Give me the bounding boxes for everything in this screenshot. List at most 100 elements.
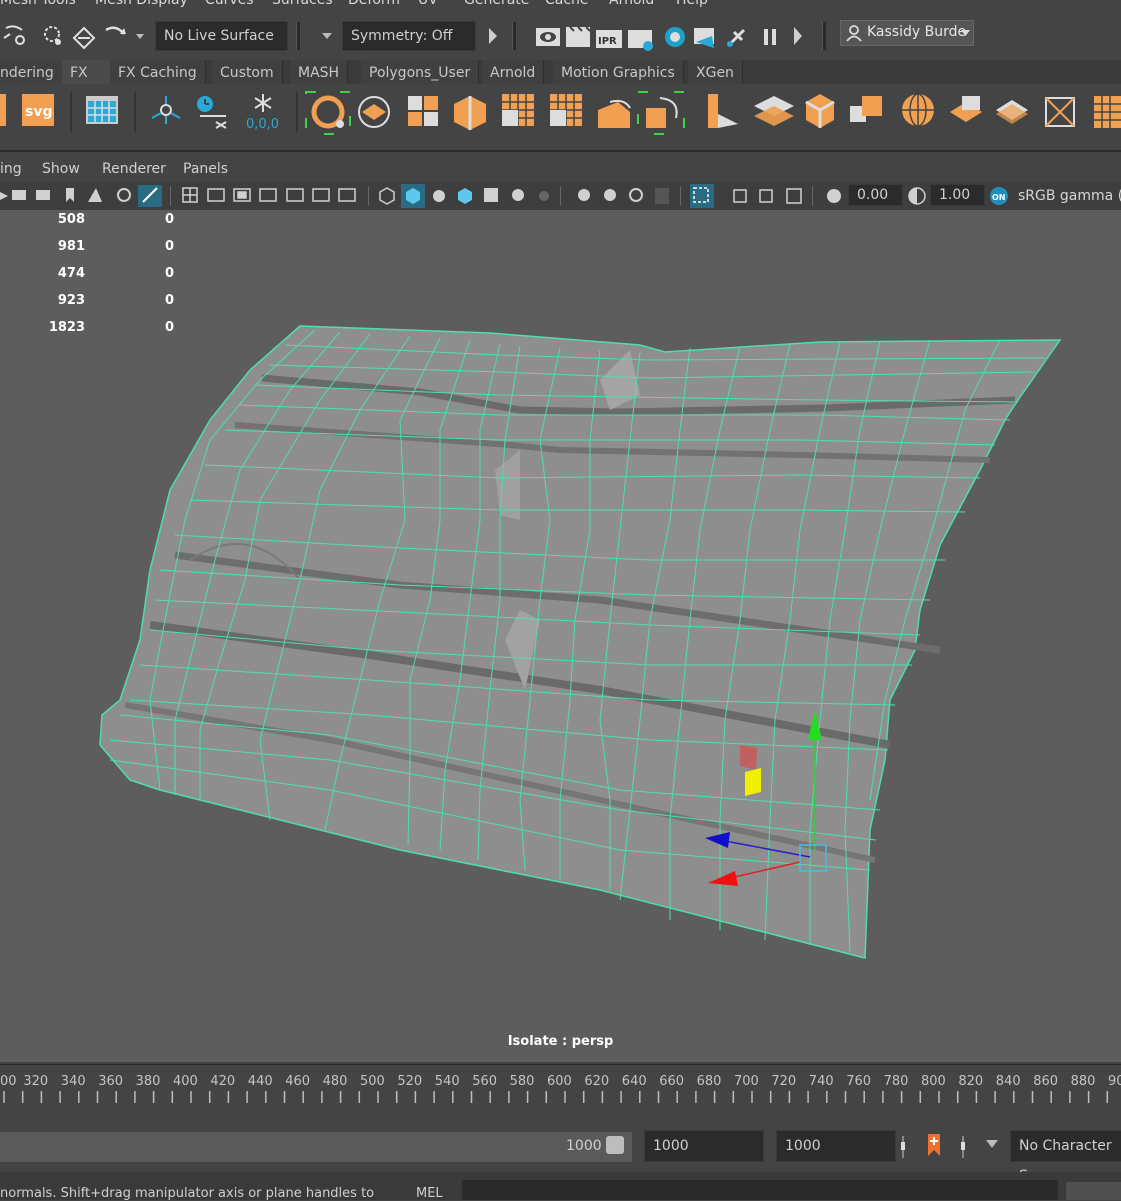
use-all-lights-icon[interactable] [512,189,524,201]
start-frame-field[interactable]: 1000 [644,1130,764,1162]
camera-arrow-icon[interactable] [0,192,8,200]
film-gate-icon[interactable] [207,188,225,202]
snap-surface-icon[interactable] [72,26,96,50]
menu-shading[interactable]: ing [0,161,22,177]
safe-title-icon[interactable] [338,188,356,202]
tab-motion-graphics[interactable]: Motion Graphics [553,60,684,84]
grid-icon[interactable] [1094,96,1121,128]
symmetry-field[interactable]: Symmetry: Off [342,21,476,51]
render-settings-icon[interactable] [628,30,653,51]
viewport-persp[interactable]: 508 0 981 0 474 0 923 0 1823 0 [0,210,1121,1062]
range-slider[interactable]: 1000 [0,1132,632,1162]
user-menu[interactable]: Kassidy Burde [840,20,974,46]
script-editor-button[interactable] [1066,1182,1121,1200]
keyframe-bookmark-icon[interactable] [928,1134,940,1156]
uv-editor-icon[interactable] [86,96,118,124]
collapse-arrow-icon[interactable] [794,27,802,45]
camera-attributes-icon[interactable] [36,190,50,200]
dropdown-arrow-icon[interactable] [136,34,144,39]
tab-rendering[interactable]: ndering [0,60,71,84]
menu-panels[interactable]: Panels [183,161,228,177]
timer-icon[interactable] [197,96,227,129]
light-editor-icon[interactable] [727,28,746,47]
gate-mask-icon[interactable] [259,188,277,202]
bookmark-icon[interactable] [66,188,74,202]
pause-icon[interactable] [764,29,776,45]
image-plane-icon[interactable] [88,188,102,202]
wireframe-icon[interactable] [379,187,395,205]
menu-curves[interactable]: Curves [205,0,254,8]
exposure-field[interactable]: 0.00 [848,184,903,206]
collapse-arrow-icon[interactable] [486,24,500,48]
end-frame-field[interactable]: 1000 [776,1130,896,1162]
split-cube-icon[interactable] [454,96,486,130]
menu-generate[interactable]: Generate [464,0,529,8]
motion-blur-icon[interactable] [604,189,616,201]
cube-grid-icon[interactable] [408,96,438,126]
freeze-icon[interactable]: 0,0,0 [246,94,279,132]
tab-polygons-user[interactable]: Polygons_User [361,60,480,84]
wireframe-on-shaded-icon[interactable] [458,188,472,204]
tab-fx-caching[interactable]: FX Caching [110,60,206,84]
camera-icon[interactable] [12,190,26,200]
grease-pencil-icon[interactable] [117,188,131,202]
depth-of-field-icon[interactable] [655,188,669,204]
slice-icon[interactable] [996,100,1028,124]
render-setup-icon[interactable] [694,28,714,48]
menu-help[interactable]: Help [676,0,708,8]
menu-surfaces[interactable]: Surfaces [272,0,333,8]
color-space-label[interactable]: sRGB gamma (le [1018,188,1121,204]
command-input[interactable] [462,1180,1058,1200]
cube-icon[interactable] [805,94,835,128]
menu-mesh-display[interactable]: Mesh Display [95,0,188,8]
dropdown-arrow-icon[interactable] [320,28,336,44]
menu-deform[interactable]: Deform [348,0,400,8]
bridge-icon[interactable] [1045,97,1075,127]
menu-renderer[interactable]: Renderer [102,161,166,177]
snap-magnet-icon[interactable] [105,26,126,35]
fold-icon[interactable] [950,96,982,122]
default-material-icon[interactable] [433,190,445,202]
tab-custom[interactable]: Custom [212,60,283,84]
language-toggle[interactable]: MEL [416,1186,443,1201]
extrude-icon[interactable] [708,94,738,128]
tab-xgen[interactable]: XGen [688,60,743,84]
multisample-aa-icon[interactable] [629,188,643,202]
render-view-icon[interactable] [536,28,560,46]
wedge-icon[interactable] [598,99,631,128]
tab-fx[interactable]: FX [62,60,111,84]
range-handle[interactable] [606,1136,624,1154]
clapper-icon[interactable] [566,26,591,47]
xray-icon[interactable] [733,189,747,203]
safe-action-icon[interactable] [312,188,330,202]
combine-icon[interactable] [850,96,882,122]
color-management-icon[interactable]: ON [988,186,1010,206]
dropdown-arrow-icon[interactable] [986,1140,998,1148]
splitter-handle[interactable] [386,1174,396,1200]
gamma-icon[interactable] [907,186,927,206]
plane-icon[interactable] [358,96,390,128]
shadows-icon[interactable] [539,191,549,201]
menu-show[interactable]: Show [42,161,80,177]
xray-components-icon[interactable] [786,188,802,204]
character-set-field[interactable]: No Character Se [1010,1130,1121,1184]
textured-icon[interactable] [484,188,498,202]
grid-icon[interactable] [502,94,534,126]
bevel-icon[interactable] [637,91,685,135]
tab-arnold[interactable]: Arnold [482,60,545,84]
tab-mash[interactable]: MASH [290,60,349,84]
snap-point-icon[interactable] [44,26,61,45]
sphere-select-icon[interactable] [305,91,351,135]
ipr-render-icon[interactable]: IPR [596,30,622,48]
exposure-icon[interactable] [827,189,841,203]
menu-arnold[interactable]: Arnold [609,0,654,8]
screen-space-ao-icon[interactable] [578,189,590,201]
svg-icon[interactable]: svg [22,94,54,126]
live-surface-field[interactable]: No Live Surface [155,21,288,51]
field-chart-icon[interactable] [286,188,304,202]
snap-curve-icon[interactable] [3,25,25,45]
locator-icon[interactable] [151,96,181,124]
gamma-field[interactable]: 1.00 [930,184,985,206]
shelf-edge-icon[interactable] [0,94,6,126]
sphere-icon[interactable] [902,93,934,127]
